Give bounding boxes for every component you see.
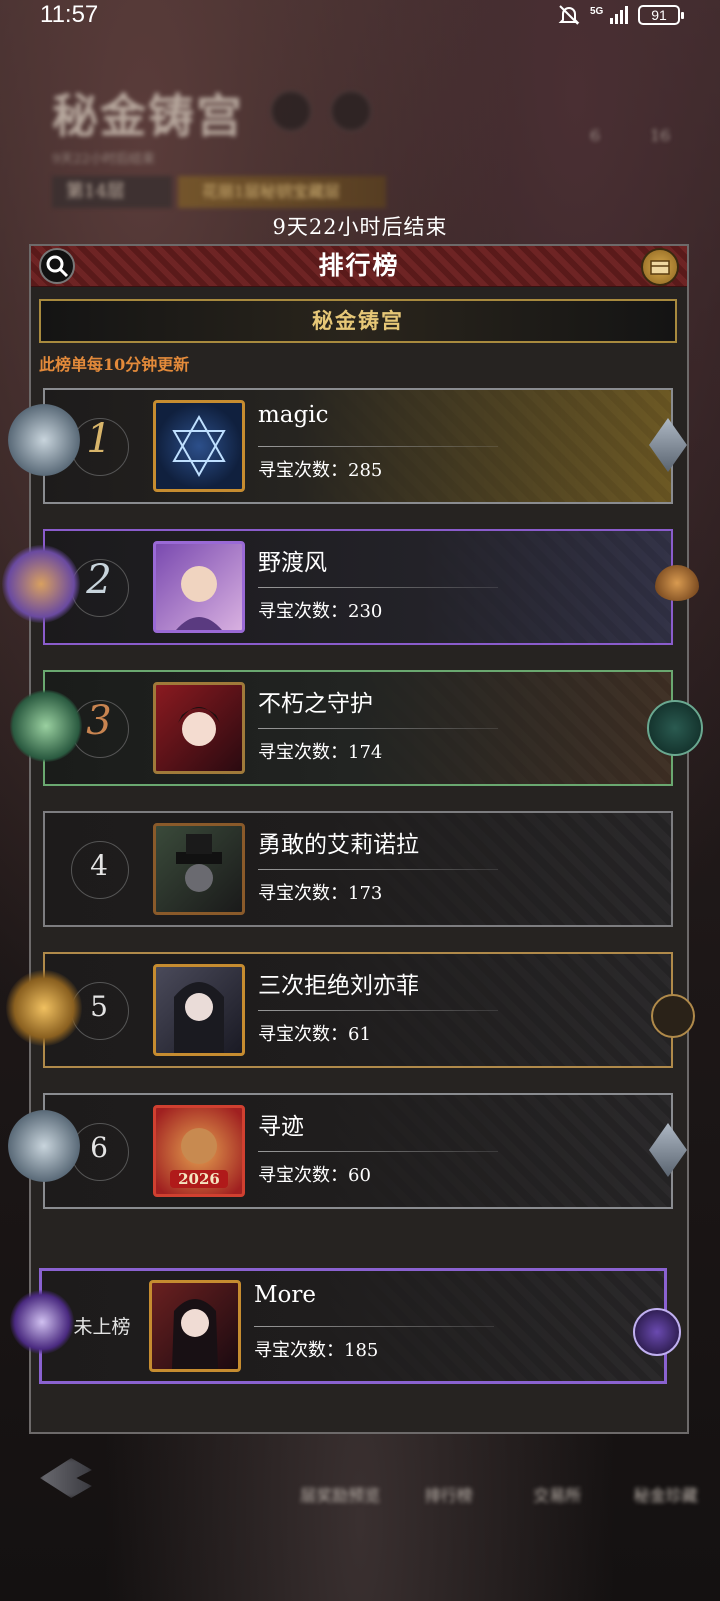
nav-exchange[interactable]: 交易所 <box>503 1420 612 1520</box>
background-title: 秘金铸宫 <box>52 89 244 143</box>
portrait-avatar-icon <box>174 982 224 1053</box>
rank-3-horse-crest-icon <box>10 690 82 762</box>
player-name: 三次拒绝刘亦菲 <box>258 973 419 999</box>
event-countdown: 9天22小时后结束 <box>272 215 448 239</box>
row-divider <box>258 728 498 729</box>
battery-indicator: 91 <box>638 5 684 25</box>
treasure-chest-button[interactable] <box>641 248 679 286</box>
rank-1-crest-icon <box>8 404 80 476</box>
moon-star-ornament-icon <box>633 1308 681 1356</box>
rank-5-sun-crest-icon <box>6 970 82 1046</box>
rank-6-crest-icon <box>8 1110 80 1182</box>
menu-icon <box>330 90 372 132</box>
avatar[interactable] <box>153 400 245 492</box>
rank-status: 未上榜 <box>73 1316 131 1338</box>
player-score: 寻宝次数：185 <box>254 1340 379 1361</box>
player-score: 寻宝次数：285 <box>258 460 383 481</box>
status-bar: 11:57 5G 91 <box>0 0 720 30</box>
leaderboard-row-5[interactable]: 5 三次拒绝刘亦菲 寻宝次数：61 <box>43 952 695 1068</box>
rank-2-moon-crest-icon <box>2 545 80 623</box>
player-score: 寻宝次数：230 <box>258 601 383 622</box>
bull-horn-ornament-icon <box>647 700 703 756</box>
portrait-avatar-icon <box>178 707 220 746</box>
avatar[interactable] <box>153 964 245 1056</box>
search-icon <box>270 90 312 132</box>
row-divider <box>254 1326 494 1327</box>
player-name: 野渡风 <box>258 550 327 576</box>
floor-banner: 花丽1层秘钥宝藏层 <box>178 176 386 208</box>
network-label: 5G <box>590 6 604 17</box>
rank-number: 1 <box>86 416 112 462</box>
event-subtab[interactable]: 秘金铸宫 <box>39 299 677 343</box>
bell-muted-icon <box>558 5 580 25</box>
avatar[interactable] <box>149 1280 241 1372</box>
leaderboard-row-3[interactable]: 3 不朽之守护 寻宝次数：174 <box>43 670 703 786</box>
magnifier-icon <box>46 255 69 278</box>
my-rank-row[interactable]: 未上榜 More 寻宝次数：185 <box>39 1268 681 1384</box>
update-note: 此榜单每10分钟更新 <box>39 355 190 374</box>
floor-label: 第14层 <box>52 176 172 208</box>
avatar[interactable]: 2026 <box>153 1105 245 1197</box>
row-divider <box>258 1010 498 1011</box>
search-button[interactable] <box>39 248 75 284</box>
background-subtitle: 9天22小时后结束 <box>52 152 155 167</box>
panel-title: 排行榜 <box>318 251 400 280</box>
leaderboard-row-4[interactable]: 4 勇敢的艾莉诺拉 寻宝次数：173 <box>43 811 673 927</box>
status-icons: 5G 91 <box>556 4 684 26</box>
player-name: 寻迹 <box>258 1114 304 1140</box>
background-header: 秘金铸宫 9天22小时后结束 第14层 花丽1层秘钥宝藏层 <box>52 80 386 208</box>
resource-count-2: 16 <box>650 126 671 145</box>
rank-number: 2 <box>86 557 112 603</box>
sun-ornament-icon <box>651 994 695 1038</box>
player-name: More <box>254 1282 317 1308</box>
row-divider <box>258 587 498 588</box>
leaderboard-row-6[interactable]: 6 2026 寻迹 寻宝次数：60 <box>43 1093 687 1209</box>
moon-ornament-icon <box>655 565 699 601</box>
leaderboard-row-1[interactable]: 1 magic 寻宝次数：285 <box>43 388 687 504</box>
player-name: 勇敢的艾莉诺拉 <box>258 832 419 858</box>
panel-header: 排行榜 <box>31 246 687 287</box>
player-name: 不朽之守护 <box>258 691 373 717</box>
leaderboard-row-2[interactable]: 2 野渡风 寻宝次数：230 <box>43 529 699 645</box>
rank-number: 4 <box>90 849 108 882</box>
chest-icon <box>650 260 670 275</box>
star-tetrahedron-avatar-icon <box>172 414 226 478</box>
row-divider <box>258 869 498 870</box>
signal-5g-icon: 5G <box>590 6 628 24</box>
nav-collection[interactable]: 秘金珍藏 <box>612 1420 720 1520</box>
nav-leaderboard[interactable]: 排行榜 <box>395 1420 504 1520</box>
player-score: 寻宝次数：60 <box>258 1165 371 1186</box>
leaderboard-panel: 排行榜 秘金铸宫 此榜单每10分钟更新 1 magic 寻宝次数：285 2 野… <box>29 244 703 1434</box>
portrait-avatar-icon <box>176 566 222 630</box>
avatar[interactable] <box>153 682 245 774</box>
bottom-nav: 层奖励预览 排行榜 交易所 秘金珍藏 <box>286 1420 720 1520</box>
festive-portrait-avatar-icon: 2026 <box>170 1128 228 1188</box>
row-divider <box>258 1151 498 1152</box>
status-time: 11:57 <box>40 1 99 28</box>
player-score: 寻宝次数：174 <box>258 742 383 763</box>
avatar[interactable] <box>153 541 245 633</box>
avatar[interactable] <box>153 823 245 915</box>
row-divider <box>258 446 498 447</box>
portrait-avatar-icon <box>172 1299 218 1369</box>
player-score: 寻宝次数：61 <box>258 1024 371 1045</box>
player-name: magic <box>258 402 329 428</box>
player-score: 寻宝次数：173 <box>258 883 383 904</box>
nav-floor-rewards[interactable]: 层奖励预览 <box>286 1420 395 1520</box>
self-rank-crest-icon <box>10 1290 74 1354</box>
new-year-badge: 2026 <box>178 1170 220 1188</box>
rank-number: 6 <box>90 1131 108 1164</box>
resource-count-1: 6 <box>590 126 601 145</box>
hat-portrait-avatar-icon <box>176 834 222 892</box>
